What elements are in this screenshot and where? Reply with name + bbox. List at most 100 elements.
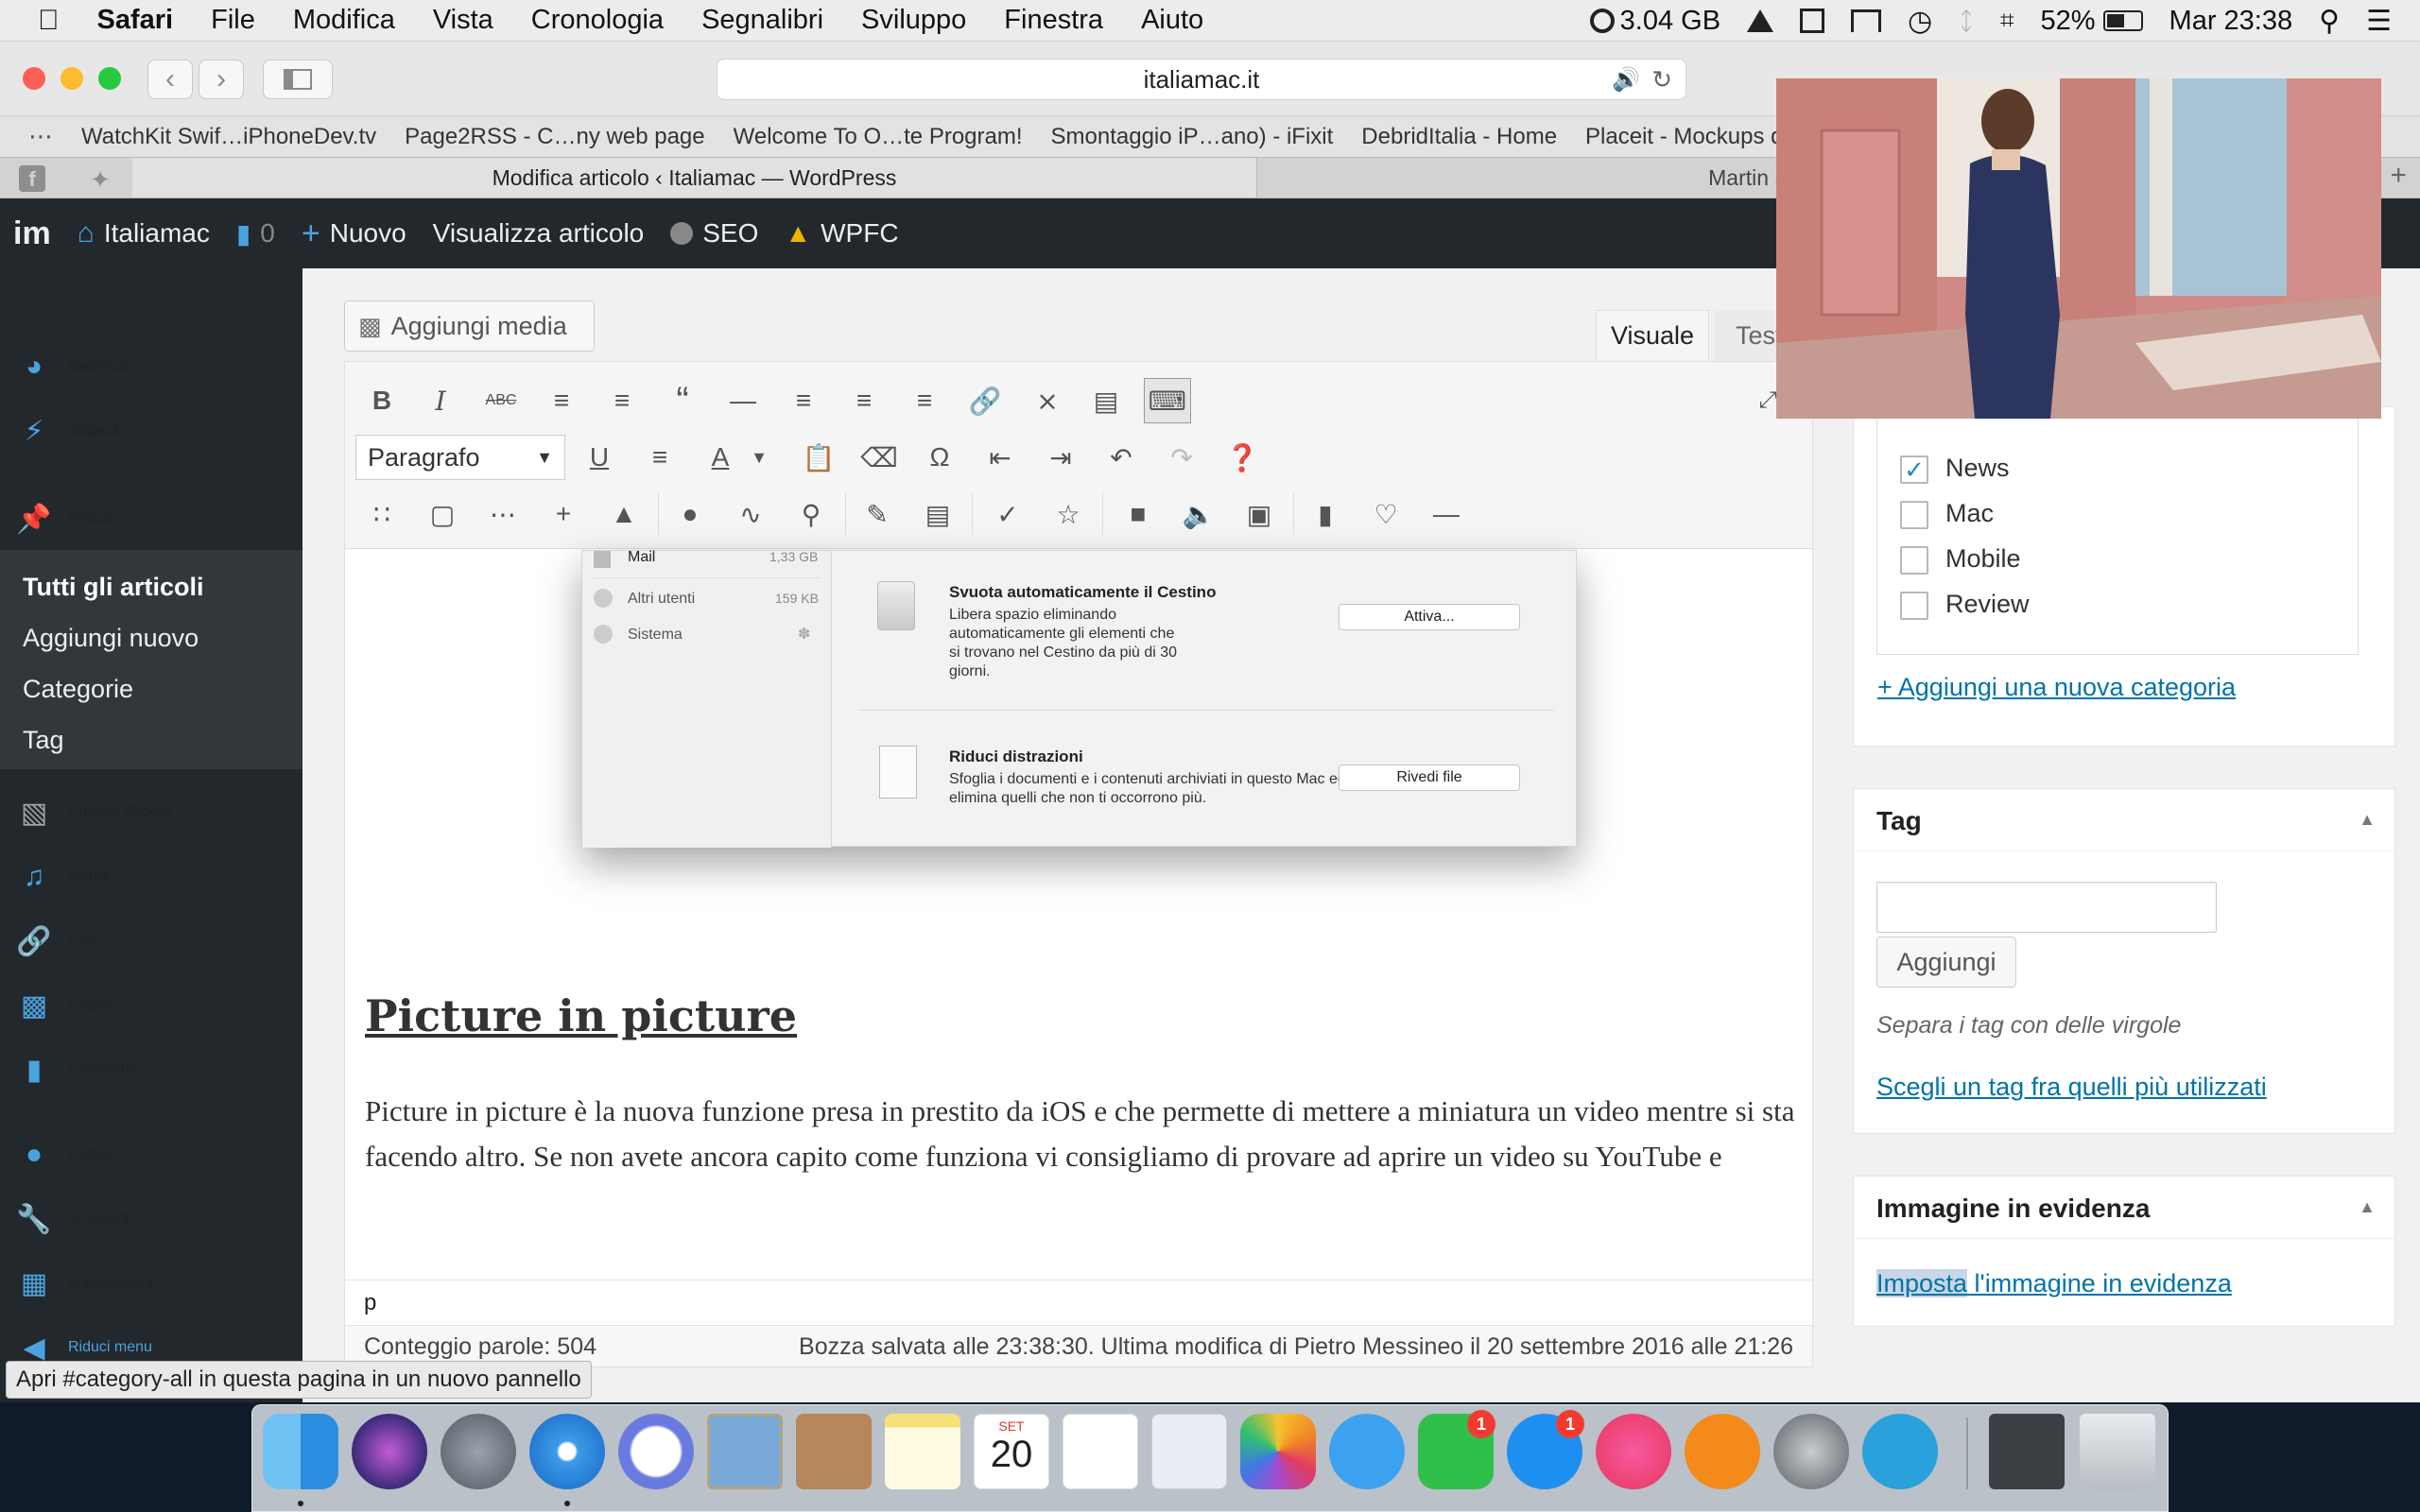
category-label-mobile[interactable]: Mobile [1945, 544, 2021, 574]
add-tag-button[interactable]: Aggiungi [1876, 936, 2016, 988]
sidebar-item-strumenti[interactable]: 🔧 Strumenti [0, 1191, 302, 1247]
divider-line-icon[interactable]: — [1426, 493, 1467, 535]
favorite-link[interactable]: Welcome To O…te Program! [719, 124, 1037, 150]
ibooks-icon[interactable] [1685, 1414, 1760, 1489]
submenu-all-posts[interactable]: Tutti gli articoli [23, 573, 204, 602]
numbered-list-icon[interactable]: ≡ [601, 380, 643, 421]
special-character-icon[interactable]: Ω [919, 437, 960, 478]
safari-icon[interactable] [529, 1414, 605, 1489]
messages-icon[interactable] [1329, 1414, 1405, 1489]
tab-active[interactable]: Modifica articolo ‹ Italiamac — WordPres… [132, 158, 1257, 198]
memory-status[interactable]: 3.04 GB [1589, 6, 1720, 37]
admin-bar-view-post[interactable]: Visualizza articolo [420, 218, 658, 249]
tab-visual[interactable]: Visuale [1596, 310, 1709, 361]
redo-icon[interactable]: ↷ [1161, 437, 1202, 478]
admin-bar-site[interactable]: ⌂ Italiamac [64, 217, 223, 249]
menu-vista[interactable]: Vista [414, 5, 512, 36]
apple-icon[interactable]:  [0, 5, 78, 37]
time-machine-icon[interactable]: ◷ [1908, 5, 1932, 38]
sidebar-item-bacheca[interactable]: ◕ Bacheca [0, 338, 302, 395]
underline-icon[interactable]: U [579, 437, 620, 478]
toolbar-toggle-icon[interactable]: ⌨ [1144, 378, 1191, 423]
favorite-link[interactable]: Page2RSS - C…ny web page [390, 124, 719, 150]
favorite-link[interactable]: WatchKit Swif…iPhoneDev.tv [67, 124, 390, 150]
trash-dock-icon[interactable] [2080, 1414, 2155, 1489]
contacts-icon[interactable] [796, 1414, 872, 1489]
video-camera-icon[interactable]: ■ [1117, 493, 1159, 535]
sidebar-item-commenti[interactable]: ▮ Commenti [0, 1041, 302, 1098]
airplay-icon[interactable] [1851, 9, 1882, 32]
article-heading[interactable]: Picture in picture [365, 990, 797, 1041]
sidebar-item-articoli[interactable]: 📌 Articoli [0, 488, 302, 550]
preview-icon[interactable] [1151, 1414, 1227, 1489]
minimize-window-button[interactable] [60, 67, 83, 90]
calendar-icon[interactable]: SET 20 [974, 1414, 1049, 1489]
box-icon[interactable]: ▢ [422, 493, 463, 535]
notification-center-icon[interactable]: ☰ [2366, 5, 2392, 38]
paste-text-icon[interactable]: 📋 [798, 437, 839, 478]
collapse-arrow-icon[interactable]: ▲ [2359, 810, 2376, 830]
checkmark-icon[interactable]: ✓ [987, 493, 1028, 535]
system-preferences-icon[interactable] [1773, 1414, 1849, 1489]
finder-icon[interactable] [263, 1414, 338, 1489]
category-checkbox-news[interactable]: ✓ [1900, 455, 1928, 484]
menu-segnalibri[interactable]: Segnalibri [683, 5, 842, 36]
map-pin-icon[interactable]: ⚲ [790, 493, 832, 535]
category-label-mac[interactable]: Mac [1945, 499, 1994, 528]
add-new-category-link[interactable]: + Aggiungi una nuova categoria [1877, 673, 2236, 702]
mail-app-icon[interactable] [618, 1414, 694, 1489]
menu-aiuto[interactable]: Aiuto [1122, 5, 1222, 36]
remove-link-icon[interactable]: ⨯ [1027, 380, 1068, 421]
drive-icon[interactable] [1747, 9, 1774, 32]
close-window-button[interactable] [23, 67, 45, 90]
zoom-window-button[interactable] [98, 67, 121, 90]
audio-playing-icon[interactable]: 🔊 [1612, 66, 1640, 94]
reminders-icon[interactable] [1063, 1414, 1138, 1489]
sidebar-item-profilo[interactable]: ● Profilo [0, 1126, 302, 1183]
image-icon[interactable]: ▣ [1238, 493, 1280, 535]
format-select[interactable]: Paragrafo ▼ [355, 435, 565, 480]
popular-tags-link[interactable]: Scegli un tag fra quelli più utilizzati [1876, 1073, 2267, 1102]
heart-icon[interactable]: ♡ [1365, 493, 1407, 535]
add-media-button[interactable]: ▩ Aggiungi media [344, 301, 595, 352]
clock[interactable]: Mar 23:38 [2169, 6, 2293, 37]
forward-button[interactable]: › [199, 60, 244, 99]
category-checkbox-mobile[interactable] [1900, 546, 1928, 575]
battery-status[interactable]: 52% [2040, 6, 2143, 37]
form-icon[interactable]: ▤ [917, 493, 959, 535]
category-label-news[interactable]: News [1945, 454, 2010, 483]
top-sites-grid-icon[interactable]: ⋯ [0, 122, 67, 151]
menu-finestra[interactable]: Finestra [985, 5, 1122, 36]
read-more-icon[interactable]: ▤ [1085, 380, 1127, 421]
spotlight-icon[interactable]: ⚲ [2319, 5, 2340, 38]
menu-modifica[interactable]: Modifica [274, 5, 414, 36]
text-color-icon[interactable]: A [700, 437, 741, 478]
plus-box-icon[interactable]: + [543, 493, 584, 535]
menu-cronologia[interactable]: Cronologia [512, 5, 683, 36]
bluetooth-icon[interactable]: ᛨ [1959, 7, 1974, 36]
path-element[interactable]: p [364, 1290, 376, 1316]
submenu-categories[interactable]: Categorie [23, 675, 133, 704]
back-button[interactable]: ‹ [147, 60, 193, 99]
menu-app-name[interactable]: Safari [78, 5, 193, 36]
clear-formatting-icon[interactable]: ⌫ [858, 437, 900, 478]
admin-bar-new[interactable]: + Nuovo [288, 215, 420, 252]
indent-icon[interactable]: ⇥ [1040, 437, 1081, 478]
person-icon[interactable]: ▲ [603, 493, 645, 535]
sidebar-item-custom-sliders[interactable]: ▧ Custom Sliders [0, 784, 302, 841]
category-checkbox-review[interactable] [1900, 592, 1928, 620]
help-icon[interactable]: ❓ [1221, 437, 1263, 478]
justify-icon[interactable]: ≡ [639, 437, 681, 478]
insert-link-icon[interactable]: 🔗 [964, 380, 1006, 421]
submenu-tags[interactable]: Tag [23, 726, 64, 755]
submenu-add-new[interactable]: Aggiungi nuovo [23, 624, 199, 653]
flickr-icon[interactable]: ● [669, 493, 711, 535]
strikethrough-icon[interactable]: ABC [480, 380, 522, 421]
dots-icon[interactable]: ⋯ [482, 493, 524, 535]
admin-bar-seo[interactable]: SEO [657, 218, 771, 249]
align-center-icon[interactable]: ≡ [843, 380, 885, 421]
star-icon[interactable]: ☆ [1047, 493, 1089, 535]
admin-bar-comments[interactable]: ▮ 0 [223, 218, 288, 249]
facebook-icon[interactable]: f [19, 165, 45, 192]
category-checkbox-mac[interactable] [1900, 501, 1928, 529]
